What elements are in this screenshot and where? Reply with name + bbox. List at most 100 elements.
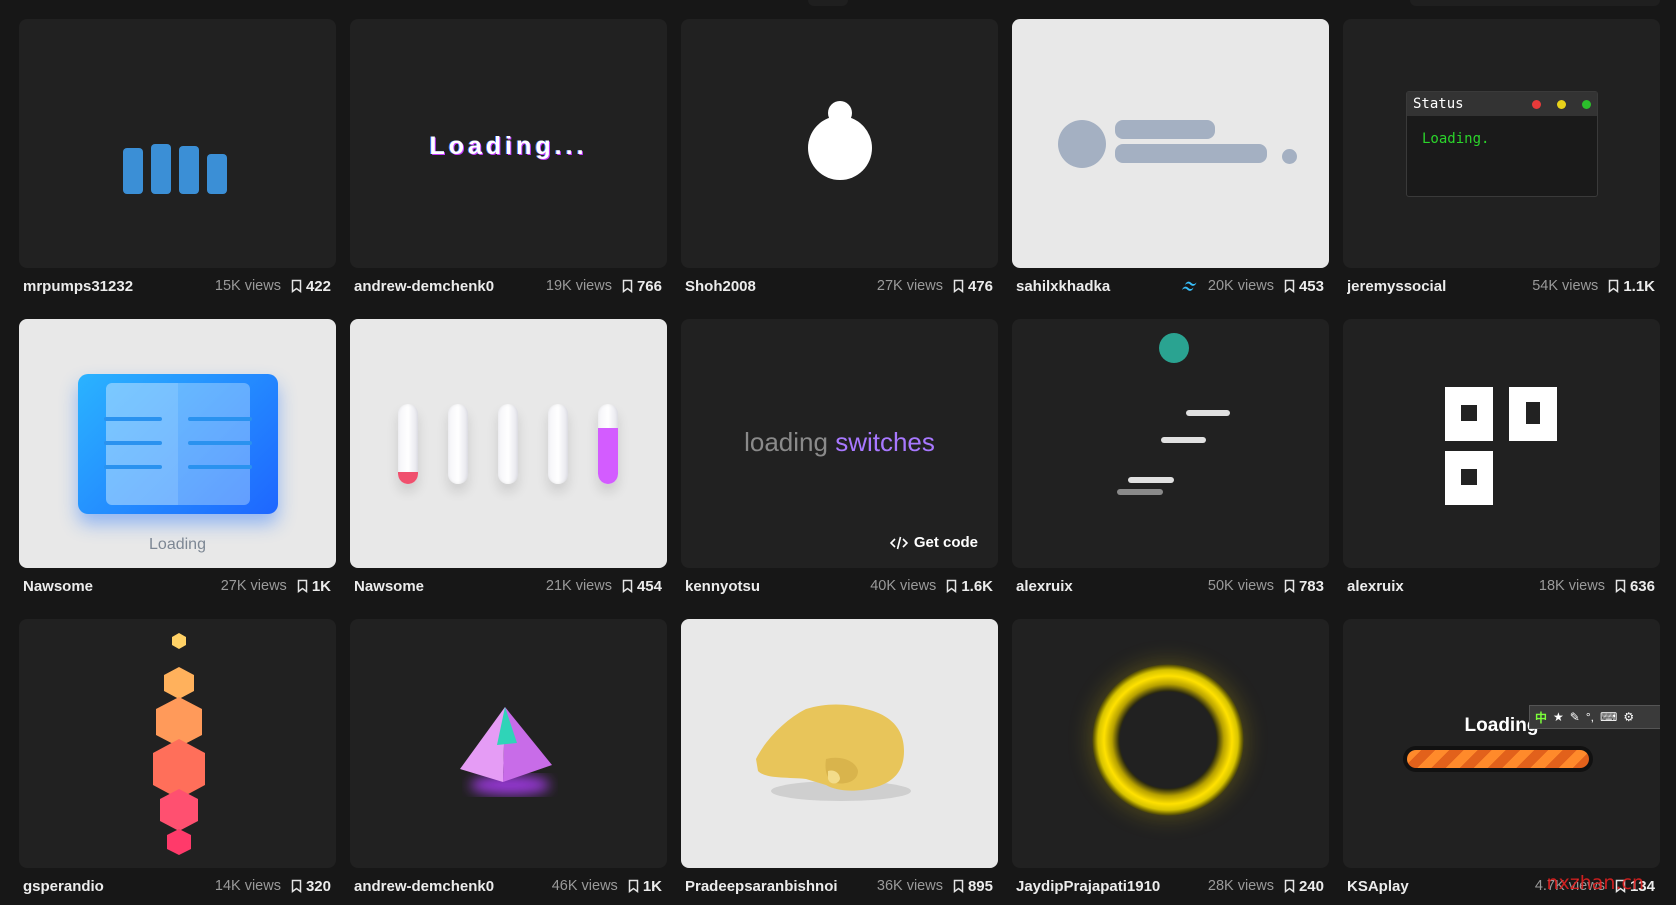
card-preview[interactable]: loading switches Get code	[681, 319, 998, 568]
close-dot-icon	[1532, 99, 1541, 109]
star-icon[interactable]: ★	[1553, 710, 1564, 724]
save-count: 1.6K	[961, 577, 993, 595]
author-link[interactable]: JaydipPrajapati1910	[1016, 878, 1208, 895]
step-line	[1161, 437, 1206, 443]
save-button[interactable]: 453	[1284, 278, 1324, 295]
card: alexruix 18K views 636	[1343, 319, 1660, 605]
card-meta: Shoh2008 27K views 476	[685, 276, 993, 296]
card: Pradeepsaranbishnoi 36K views 895	[681, 619, 998, 905]
book-loader	[78, 374, 278, 514]
author-link[interactable]: alexruix	[1347, 578, 1539, 595]
card-preview[interactable]	[1012, 19, 1329, 268]
card-meta: JaydipPrajapati1910 28K views 240	[1016, 876, 1324, 896]
card: Loading 中 ★ ✎ °, ⌨ ⚙ KSAplay 4.7K views …	[1343, 619, 1660, 905]
save-button[interactable]: 454	[622, 578, 662, 595]
card-meta: jeremyssocial 54K views 1.1K	[1347, 276, 1655, 296]
save-button[interactable]: 422	[291, 278, 331, 295]
step-line	[1128, 477, 1174, 483]
preview-loading-text: Loading	[149, 536, 206, 553]
view-count: 50K views	[1207, 578, 1274, 594]
bookmark-icon	[953, 879, 964, 893]
view-count: 19K views	[545, 278, 612, 294]
save-button[interactable]: 783	[1284, 578, 1324, 595]
author-link[interactable]: jeremyssocial	[1347, 278, 1532, 295]
bookmark-icon	[622, 279, 633, 293]
card: Loading Nawsome 27K views 1K	[19, 319, 336, 605]
skeleton-line	[1115, 144, 1267, 163]
author-link[interactable]: andrew-demchenk0	[354, 878, 552, 895]
card-preview[interactable]: Loading	[19, 319, 336, 568]
punctuation-icon[interactable]: °,	[1586, 710, 1594, 724]
card-preview[interactable]	[1012, 319, 1329, 568]
save-count: 453	[1298, 277, 1324, 295]
author-link[interactable]: sahilxkhadka	[1016, 278, 1181, 295]
view-count: 36K views	[876, 878, 943, 894]
bookmark-icon	[1284, 879, 1295, 893]
bookmark-icon	[947, 579, 957, 593]
card: Status Loading. jeremyssocial 54K views …	[1343, 19, 1660, 305]
card: Shoh2008 27K views 476	[681, 19, 998, 305]
card-preview[interactable]	[681, 619, 998, 868]
author-link[interactable]: Nawsome	[23, 578, 221, 595]
card-preview[interactable]: Loading...	[350, 19, 667, 268]
view-count: 27K views	[220, 578, 287, 594]
save-button[interactable]: 476	[953, 278, 993, 295]
get-code-label: Get code	[913, 534, 978, 551]
minimize-dot-icon	[1557, 99, 1566, 109]
view-count: 54K views	[1532, 278, 1599, 294]
bookmark-icon	[291, 879, 302, 893]
save-button[interactable]: 1.1K	[1608, 278, 1655, 295]
card-preview[interactable]	[681, 19, 998, 268]
save-button[interactable]: 1.6K	[946, 578, 993, 595]
author-link[interactable]: mrpumps31232	[23, 278, 215, 295]
save-button[interactable]: 320	[291, 878, 331, 895]
bookmark-icon	[1615, 579, 1626, 593]
keyboard-icon[interactable]: ⌨	[1600, 710, 1617, 724]
save-button[interactable]: 766	[622, 278, 662, 295]
terminal-text: Loading.	[1422, 131, 1490, 147]
save-count: 240	[1298, 877, 1324, 895]
author-link[interactable]: andrew-demchenk0	[354, 278, 546, 295]
ime-toolbar[interactable]: 中 ★ ✎ °, ⌨ ⚙	[1529, 705, 1660, 729]
card-preview[interactable]	[19, 19, 336, 268]
card-meta: Nawsome 27K views 1K	[23, 576, 331, 596]
topbar-fragment	[1410, 0, 1660, 6]
card-preview[interactable]: Status Loading.	[1343, 19, 1660, 268]
bookmark-icon	[1284, 279, 1295, 293]
save-count: 1K	[311, 577, 331, 595]
card-preview[interactable]: Loading 中 ★ ✎ °, ⌨ ⚙	[1343, 619, 1660, 868]
card-preview[interactable]	[350, 619, 667, 868]
ime-language-label[interactable]: 中	[1535, 709, 1547, 726]
author-link[interactable]: kennyotsu	[685, 578, 870, 595]
element-grid: mrpumps31232 15K views 422 Loading... an…	[19, 19, 1660, 905]
glowing-ring	[1092, 664, 1244, 816]
gear-icon[interactable]: ⚙	[1623, 710, 1634, 724]
author-link[interactable]: gsperandio	[23, 878, 215, 895]
save-count: 783	[1298, 577, 1324, 595]
card-meta: Nawsome 21K views 454	[354, 576, 662, 596]
save-button[interactable]: 1K	[297, 578, 331, 595]
card-preview[interactable]	[19, 619, 336, 868]
big-ball	[808, 116, 872, 180]
save-button[interactable]: 895	[953, 878, 993, 895]
save-button[interactable]: 1K	[628, 878, 662, 895]
author-link[interactable]: Pradeepsaranbishnoi	[685, 878, 877, 895]
author-link[interactable]: alexruix	[1016, 578, 1208, 595]
save-button[interactable]: 636	[1615, 578, 1655, 595]
save-count: 1K	[642, 877, 662, 895]
card-preview[interactable]	[1343, 319, 1660, 568]
card-meta: sahilxkhadka 20K views 453	[1016, 276, 1324, 296]
save-button[interactable]: 240	[1284, 878, 1324, 895]
bookmark-icon	[1284, 579, 1295, 593]
author-link[interactable]: Shoh2008	[685, 278, 877, 295]
brush-icon[interactable]: ✎	[1570, 710, 1580, 724]
bookmark-icon	[1609, 279, 1619, 293]
get-code-button[interactable]: Get code	[889, 534, 978, 551]
author-link[interactable]: Nawsome	[354, 578, 546, 595]
bouncing-ball	[1159, 333, 1189, 363]
code-icon	[889, 536, 908, 549]
card-preview[interactable]	[350, 319, 667, 568]
card-preview[interactable]	[1012, 619, 1329, 868]
view-count: 27K views	[876, 278, 943, 294]
author-link[interactable]: KSAplay	[1347, 878, 1535, 895]
